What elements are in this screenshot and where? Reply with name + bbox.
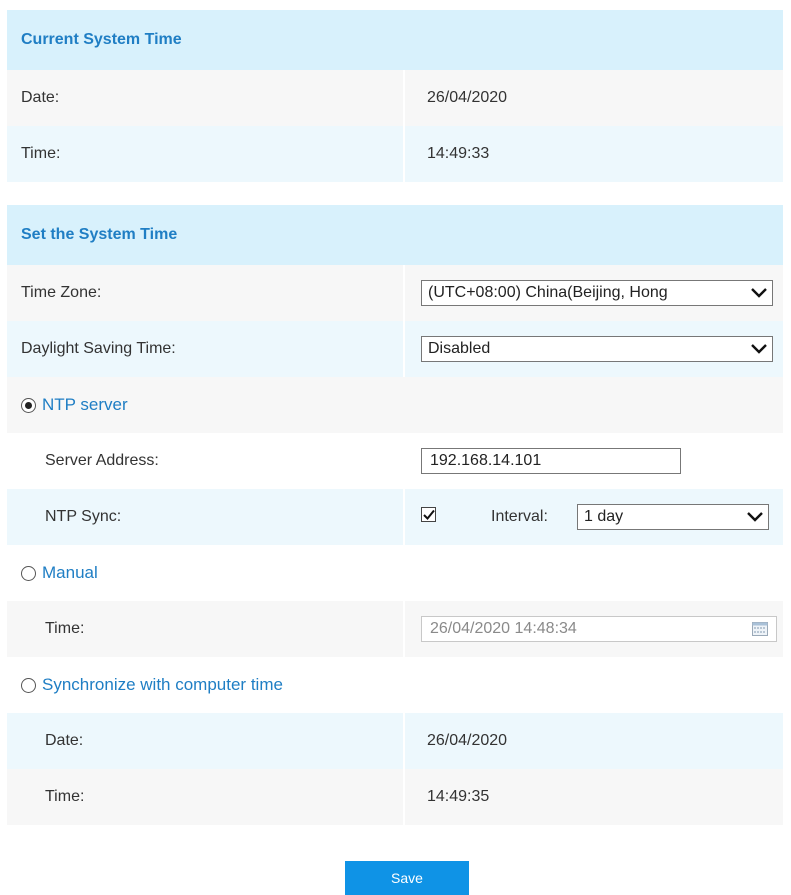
chevron-down-icon <box>750 284 768 302</box>
sync-date-row: Date: 26/04/2020 <box>7 713 783 769</box>
current-time-value: 14:49:33 <box>427 145 490 162</box>
sync-date-label: Date: <box>45 732 84 749</box>
ntp-server-radio-option[interactable]: NTP server <box>21 395 128 415</box>
checkmark-icon <box>423 509 435 520</box>
manual-time-value: 26/04/2020 14:48:34 <box>430 620 577 637</box>
sync-time-value: 14:49:35 <box>427 788 490 805</box>
sync-date-value: 26/04/2020 <box>427 732 508 749</box>
server-address-value: 192.168.14.101 <box>430 452 542 469</box>
current-time-row: Time: 14:49:33 <box>7 126 783 182</box>
current-time-header: Current System Time <box>7 10 783 70</box>
set-time-header: Set the System Time <box>7 205 783 265</box>
timezone-value: (UTC+08:00) China(Beijing, Hong <box>428 284 668 301</box>
timezone-row: Time Zone: (UTC+08:00) China(Beijing, Ho… <box>7 265 783 321</box>
calendar-icon[interactable] <box>752 622 768 636</box>
manual-time-label: Time: <box>45 620 85 637</box>
server-address-label: Server Address: <box>45 452 159 469</box>
sync-computer-radio[interactable] <box>21 677 36 693</box>
ntp-server-label: NTP server <box>42 395 128 414</box>
sync-computer-radio-option[interactable]: Synchronize with computer time <box>21 675 283 695</box>
sync-computer-label: Synchronize with computer time <box>42 675 283 694</box>
server-address-row: Server Address: 192.168.14.101 <box>7 433 783 489</box>
sync-computer-option-row: Synchronize with computer time <box>7 657 783 713</box>
set-system-time-panel: Set the System Time Time Zone: (UTC+08:0… <box>7 205 783 825</box>
interval-select[interactable]: 1 day <box>577 504 769 530</box>
dst-row: Daylight Saving Time: Disabled <box>7 321 783 377</box>
manual-label: Manual <box>42 563 98 582</box>
save-button[interactable]: Save <box>345 861 469 895</box>
manual-radio-option[interactable]: Manual <box>21 563 98 583</box>
manual-time-input[interactable]: 26/04/2020 14:48:34 <box>421 616 777 642</box>
current-time-label: Time: <box>21 145 61 162</box>
timezone-select[interactable]: (UTC+08:00) China(Beijing, Hong <box>421 280 773 306</box>
manual-time-row: Time: 26/04/2020 14:48:34 <box>7 601 783 657</box>
sync-time-row: Time: 14:49:35 <box>7 769 783 825</box>
ntp-sync-row: NTP Sync: Interval: 1 day <box>7 489 783 545</box>
dst-value: Disabled <box>428 340 491 357</box>
current-time-title: Current System Time <box>21 31 182 48</box>
current-date-label: Date: <box>21 89 60 106</box>
current-date-row: Date: 26/04/2020 <box>7 70 783 126</box>
manual-radio[interactable] <box>21 565 36 581</box>
server-address-input[interactable]: 192.168.14.101 <box>421 448 681 474</box>
ntp-sync-label: NTP Sync: <box>45 508 122 525</box>
interval-label: Interval: <box>491 508 548 525</box>
timezone-label: Time Zone: <box>21 284 102 301</box>
dst-label: Daylight Saving Time: <box>21 340 176 357</box>
chevron-down-icon <box>750 340 768 358</box>
current-date-value: 26/04/2020 <box>427 89 508 106</box>
manual-option-row: Manual <box>7 545 783 601</box>
sync-time-label: Time: <box>45 788 85 805</box>
ntp-option-row: NTP server <box>7 377 783 433</box>
dst-select[interactable]: Disabled <box>421 336 773 362</box>
chevron-down-icon <box>746 508 764 526</box>
set-time-title: Set the System Time <box>21 226 178 243</box>
ntp-sync-checkbox[interactable] <box>421 507 436 522</box>
interval-value: 1 day <box>584 508 624 525</box>
current-system-time-panel: Current System Time Date: 26/04/2020 Tim… <box>7 10 783 182</box>
ntp-server-radio[interactable] <box>21 397 36 413</box>
